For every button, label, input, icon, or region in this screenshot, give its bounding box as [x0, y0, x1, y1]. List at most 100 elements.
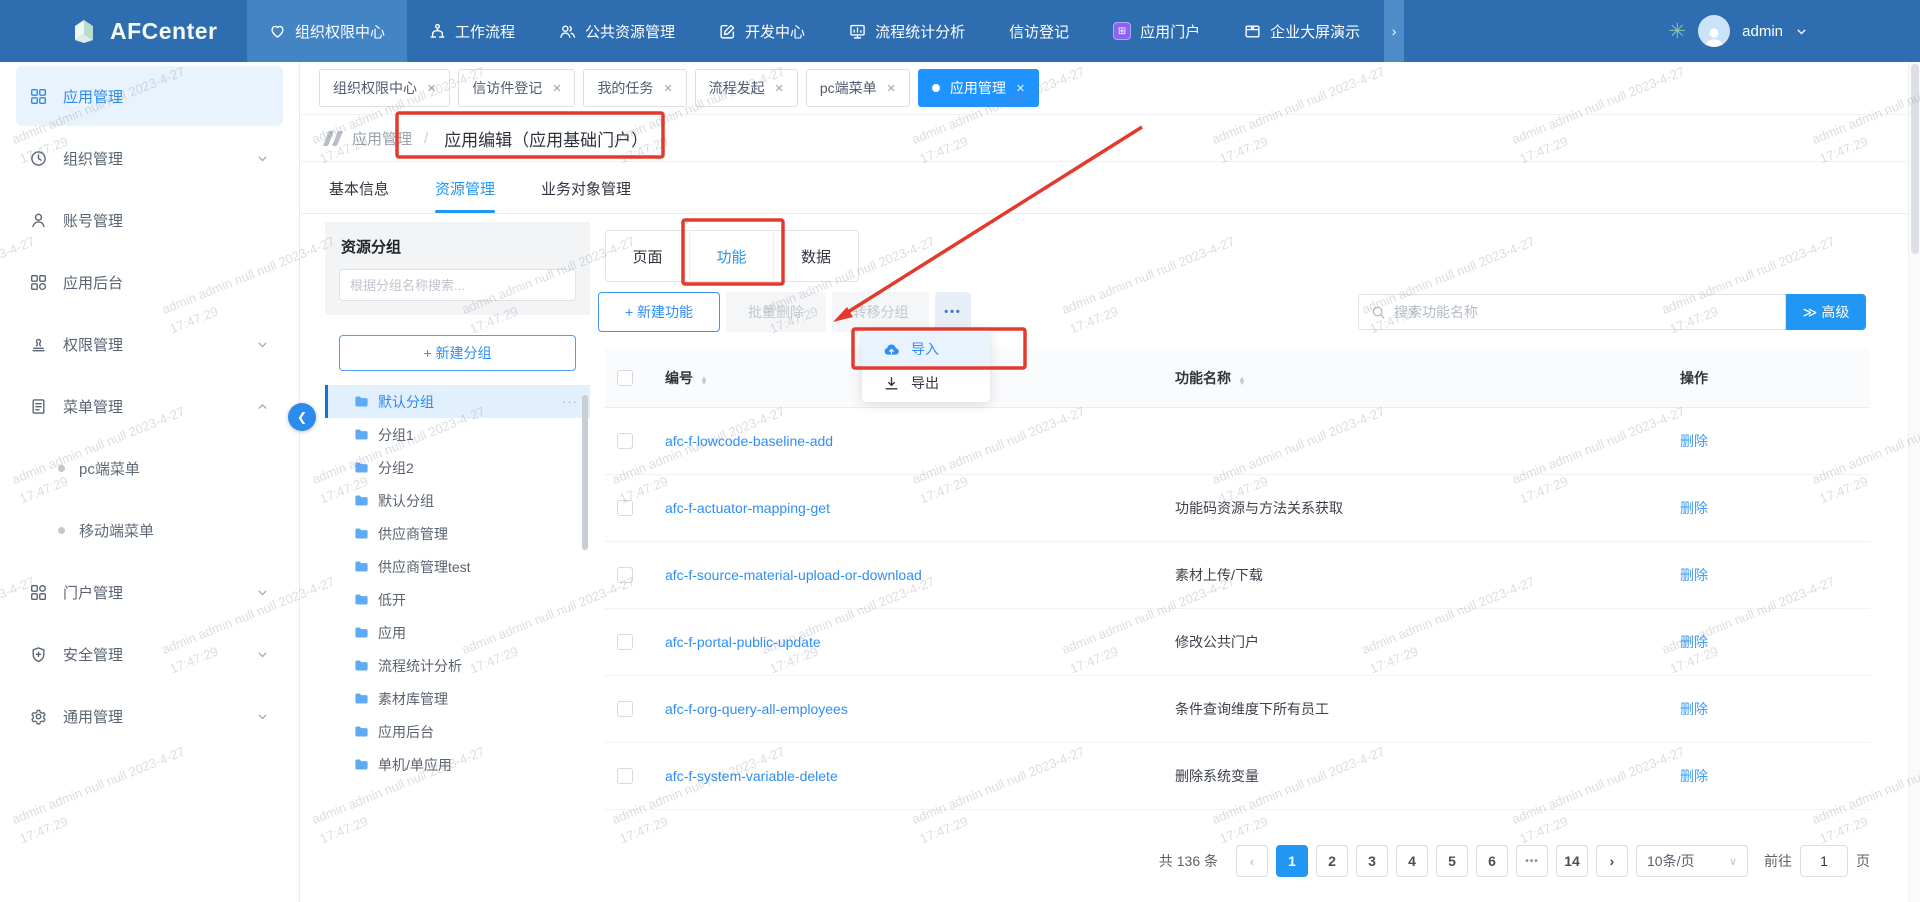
group-item[interactable]: 低开: [325, 583, 590, 616]
goto-page-input[interactable]: [1800, 845, 1848, 877]
new-group-button[interactable]: + 新建分组: [339, 335, 576, 371]
sidebar-item-应用后台[interactable]: 应用后台: [16, 252, 283, 312]
assistant-logo-icon[interactable]: ✳: [1669, 19, 1687, 44]
tab-业务对象管理[interactable]: 业务对象管理: [541, 163, 631, 213]
breadcrumb-root[interactable]: 应用管理: [352, 128, 412, 149]
function-code-link[interactable]: afc-f-source-material-upload-or-download: [665, 567, 1175, 583]
close-tab-icon[interactable]: ✕: [1016, 82, 1025, 95]
sidebar-item-账号管理[interactable]: 账号管理: [16, 190, 283, 250]
group-item[interactable]: 分组2: [325, 451, 590, 484]
prev-page-button[interactable]: ‹: [1236, 845, 1268, 877]
sidebar-item-菜单管理[interactable]: 菜单管理: [16, 376, 283, 436]
sidebar-item-通用管理[interactable]: 通用管理: [16, 686, 283, 746]
nav-item-1[interactable]: 组织权限中心: [247, 0, 407, 62]
nav-item-5[interactable]: 流程统计分析: [827, 0, 987, 62]
sort-carets-icon[interactable]: ▲▼: [700, 377, 708, 386]
row-checkbox[interactable]: [617, 768, 633, 784]
nav-item-8[interactable]: 企业大屏演示: [1222, 0, 1382, 62]
group-item[interactable]: 分组1: [325, 418, 590, 451]
group-list-scrollbar[interactable]: [582, 395, 588, 550]
next-page-button[interactable]: ›: [1596, 845, 1628, 877]
group-item[interactable]: 流程统计分析: [325, 649, 590, 682]
row-checkbox[interactable]: [617, 500, 633, 516]
resource-tab-功能[interactable]: 功能: [690, 231, 774, 281]
page-size-select[interactable]: 10条/页∨: [1636, 845, 1748, 877]
sort-carets-icon[interactable]: ▲▼: [1238, 377, 1246, 386]
group-item[interactable]: 默认分组···: [325, 385, 590, 418]
resource-tab-数据[interactable]: 数据: [774, 231, 858, 281]
nav-item-3[interactable]: 公共资源管理: [537, 0, 697, 62]
delete-link[interactable]: 删除: [1680, 766, 1870, 786]
delete-link[interactable]: 删除: [1680, 431, 1870, 451]
nav-overflow-button[interactable]: ›: [1384, 0, 1404, 62]
sidebar-subitem-pc端菜单[interactable]: pc端菜单: [16, 438, 283, 498]
page-button-5[interactable]: 5: [1436, 845, 1468, 877]
dropdown-item-导出[interactable]: 导出: [862, 366, 990, 400]
close-tab-icon[interactable]: ✕: [427, 82, 436, 95]
function-code-link[interactable]: afc-f-actuator-mapping-get: [665, 500, 1175, 516]
page-button-2[interactable]: 2: [1316, 845, 1348, 877]
sidebar-item-组织管理[interactable]: 组织管理: [16, 128, 283, 188]
nav-item-4[interactable]: 开发中心: [697, 0, 827, 62]
close-tab-icon[interactable]: ✕: [887, 82, 896, 95]
group-more-icon[interactable]: ···: [562, 394, 578, 409]
page-button-14[interactable]: 14: [1556, 845, 1588, 877]
row-checkbox[interactable]: [617, 433, 633, 449]
delete-link[interactable]: 删除: [1680, 632, 1870, 652]
scrollbar-thumb[interactable]: [1911, 64, 1919, 254]
username[interactable]: admin: [1742, 23, 1783, 40]
delete-link[interactable]: 删除: [1680, 498, 1870, 518]
sidebar-item-安全管理[interactable]: 安全管理: [16, 624, 283, 684]
page-scrollbar[interactable]: [1908, 62, 1920, 902]
sidebar-collapse-button[interactable]: ❮: [288, 403, 316, 431]
tab-资源管理[interactable]: 资源管理: [435, 163, 495, 213]
row-checkbox[interactable]: [617, 567, 633, 583]
column-header-name[interactable]: 功能名称▲▼: [1175, 368, 1680, 388]
delete-link[interactable]: 删除: [1680, 699, 1870, 719]
resource-tab-页面[interactable]: 页面: [606, 231, 690, 281]
delete-link[interactable]: 删除: [1680, 565, 1870, 585]
tab-基本信息[interactable]: 基本信息: [329, 163, 389, 213]
select-all-checkbox[interactable]: [617, 370, 633, 386]
chevron-down-icon[interactable]: [1795, 25, 1808, 38]
function-code-link[interactable]: afc-f-system-variable-delete: [665, 768, 1175, 784]
page-ellipsis[interactable]: •••: [1516, 845, 1548, 877]
function-code-link[interactable]: afc-f-org-query-all-employees: [665, 701, 1175, 717]
avatar[interactable]: [1698, 15, 1730, 47]
more-actions-button[interactable]: •••: [935, 292, 971, 332]
page-button-1[interactable]: 1: [1276, 845, 1308, 877]
open-tab-pc端菜单[interactable]: pc端菜单✕: [806, 69, 910, 107]
page-button-4[interactable]: 4: [1396, 845, 1428, 877]
sidebar-item-应用管理[interactable]: 应用管理: [16, 66, 283, 126]
close-tab-icon[interactable]: ✕: [663, 82, 672, 95]
group-item[interactable]: 素材库管理: [325, 682, 590, 715]
group-item[interactable]: 应用: [325, 616, 590, 649]
row-checkbox[interactable]: [617, 634, 633, 650]
sidebar-item-权限管理[interactable]: 权限管理: [16, 314, 283, 374]
advanced-search-button[interactable]: ≫ 高级: [1786, 294, 1866, 330]
group-item[interactable]: 单机/单应用: [325, 748, 590, 781]
function-code-link[interactable]: afc-f-portal-public-update: [665, 634, 1175, 650]
group-item[interactable]: 供应商管理test: [325, 550, 590, 583]
nav-item-2[interactable]: 工作流程: [407, 0, 537, 62]
open-tab-我的任务[interactable]: 我的任务✕: [583, 69, 686, 107]
open-tab-信访件登记[interactable]: 信访件登记✕: [458, 69, 575, 107]
group-item[interactable]: 供应商管理: [325, 517, 590, 550]
function-code-link[interactable]: afc-f-lowcode-baseline-add: [665, 433, 1175, 449]
page-button-6[interactable]: 6: [1476, 845, 1508, 877]
group-item[interactable]: 应用后台: [325, 715, 590, 748]
new-function-button[interactable]: + 新建功能: [598, 292, 720, 332]
open-tab-组织权限中心[interactable]: 组织权限中心✕: [319, 69, 450, 107]
sidebar-item-门户管理[interactable]: 门户管理: [16, 562, 283, 622]
close-tab-icon[interactable]: ✕: [775, 82, 784, 95]
row-checkbox[interactable]: [617, 701, 633, 717]
nav-item-7[interactable]: ⊞应用门户: [1091, 0, 1222, 62]
transfer-group-button[interactable]: 转移分组: [832, 292, 929, 332]
batch-delete-button[interactable]: 批量删除: [726, 292, 826, 332]
close-tab-icon[interactable]: ✕: [552, 82, 561, 95]
page-button-3[interactable]: 3: [1356, 845, 1388, 877]
open-tab-流程发起[interactable]: 流程发起✕: [695, 69, 798, 107]
open-tab-应用管理[interactable]: 应用管理✕: [918, 69, 1039, 107]
dropdown-item-导入[interactable]: 导入: [862, 332, 990, 366]
group-search-input[interactable]: [339, 269, 576, 301]
